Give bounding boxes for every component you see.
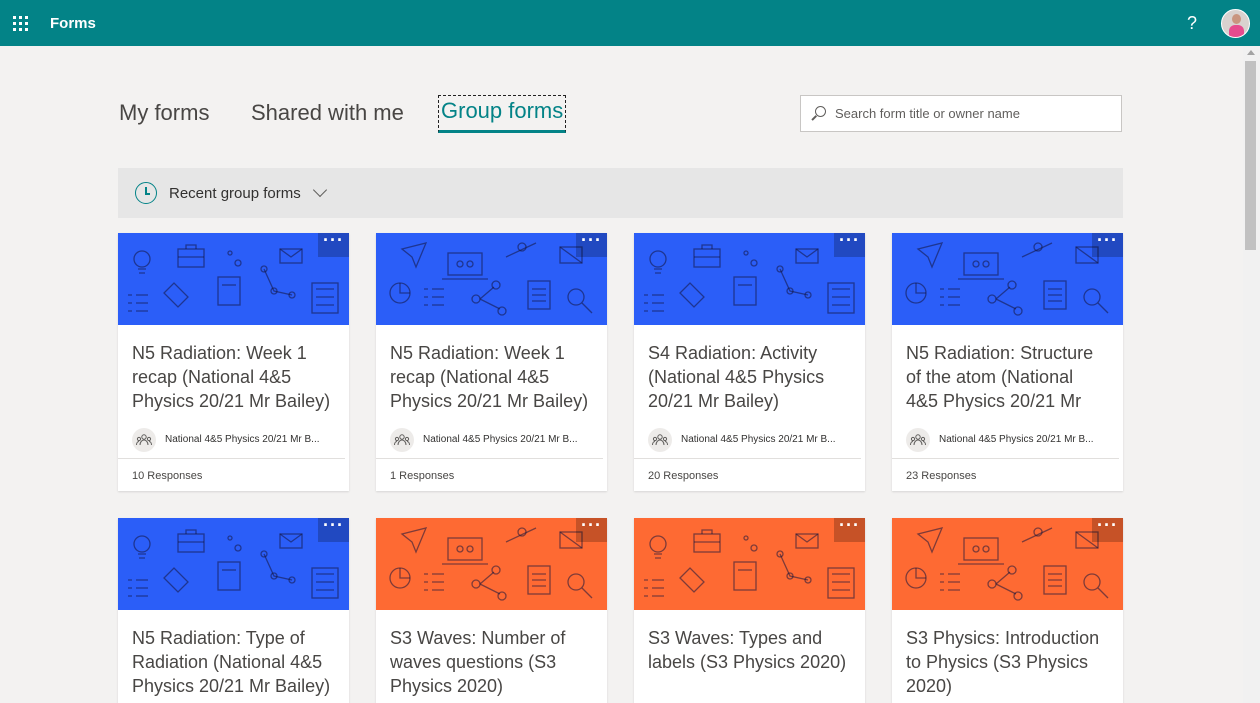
more-options-icon[interactable]: ··· [318, 518, 349, 542]
search-box[interactable] [800, 95, 1122, 132]
response-count: 1 Responses [390, 470, 455, 482]
banner-pattern-icon [644, 529, 855, 599]
filter-label: Recent group forms [169, 184, 301, 202]
help-icon[interactable]: ? [1183, 11, 1201, 35]
more-options-icon[interactable]: ··· [834, 233, 865, 257]
form-card[interactable]: ··· S3 Physics: Introduction to Physics … [892, 518, 1123, 703]
card-banner: ··· [118, 518, 349, 610]
scrollbar[interactable] [1243, 46, 1260, 703]
card-title[interactable]: S3 Physics: Introduction to Physics (S3 … [892, 610, 1123, 703]
group-name: National 4&5 Physics 20/21 Mr B... [681, 434, 836, 445]
group-name: National 4&5 Physics 20/21 Mr B... [423, 434, 578, 445]
group-icon [132, 427, 156, 452]
banner-pattern-icon [389, 242, 593, 316]
card-banner: ··· [118, 233, 349, 325]
recent-group-forms-dropdown[interactable]: Recent group forms [118, 168, 1123, 218]
tab-shared-with-me[interactable]: Shared with me [251, 98, 404, 132]
group-icon [390, 427, 414, 452]
response-count: 20 Responses [648, 470, 719, 482]
card-banner: ··· [376, 233, 607, 325]
card-banner: ··· [376, 518, 607, 610]
search-icon [801, 96, 835, 132]
form-card[interactable]: ··· S3 Waves: Number of waves questions … [376, 518, 607, 703]
avatar[interactable] [1221, 9, 1250, 38]
banner-pattern-icon [905, 527, 1109, 601]
app-launcher-icon[interactable] [0, 0, 40, 46]
group-name: National 4&5 Physics 20/21 Mr B... [165, 434, 320, 445]
banner-pattern-icon [644, 244, 855, 314]
more-options-icon[interactable]: ··· [318, 233, 349, 257]
app-title[interactable]: Forms [50, 15, 96, 32]
form-card[interactable]: ··· N5 Radiation: Type of Radiation (Nat… [118, 518, 349, 703]
card-banner: ··· [634, 233, 865, 325]
more-options-icon[interactable]: ··· [576, 518, 607, 542]
tab-group-forms[interactable]: Group forms [438, 95, 567, 133]
card-title[interactable]: N5 Radiation: Week 1 recap (National 4&5… [118, 325, 349, 421]
more-options-icon[interactable]: ··· [1092, 233, 1123, 257]
tab-my-forms[interactable]: My forms [119, 98, 209, 132]
banner-pattern-icon [128, 529, 339, 599]
card-banner: ··· [634, 518, 865, 610]
form-card[interactable]: ··· N5 Radiation: Structure of the atom … [892, 233, 1123, 491]
response-count: 23 Responses [906, 470, 977, 482]
card-title[interactable]: S4 Radiation: Activity (National 4&5 Phy… [634, 325, 865, 421]
card-title[interactable]: N5 Radiation: Structure of the atom (Nat… [892, 325, 1123, 421]
form-card[interactable]: ··· N5 Radiation: Week 1 recap (National… [118, 233, 349, 491]
group-icon [648, 427, 672, 452]
banner-pattern-icon [905, 242, 1109, 316]
search-input[interactable] [835, 106, 1115, 121]
form-card[interactable]: ··· S3 Waves: Types and labels (S3 Physi… [634, 518, 865, 703]
scroll-thumb[interactable] [1245, 61, 1256, 250]
group-name: National 4&5 Physics 20/21 Mr B... [939, 434, 1094, 445]
group-row: National 4&5 Physics 20/21 Mr B... [634, 421, 861, 459]
scroll-up-arrow-icon[interactable] [1247, 50, 1255, 55]
banner-pattern-icon [128, 244, 339, 314]
more-options-icon[interactable]: ··· [834, 518, 865, 542]
group-row: National 4&5 Physics 20/21 Mr B... [118, 421, 345, 459]
response-count: 10 Responses [132, 470, 203, 482]
card-title[interactable]: N5 Radiation: Week 1 recap (National 4&5… [376, 325, 607, 421]
card-title[interactable]: N5 Radiation: Type of Radiation (Nationa… [118, 610, 349, 703]
group-icon [906, 427, 930, 452]
top-bar: Forms ? [0, 0, 1260, 46]
card-banner: ··· [892, 233, 1123, 325]
card-banner: ··· [892, 518, 1123, 610]
card-title[interactable]: S3 Waves: Number of waves questions (S3 … [376, 610, 607, 703]
form-card[interactable]: ··· S4 Radiation: Activity (National 4&5… [634, 233, 865, 491]
banner-pattern-icon [389, 527, 593, 601]
more-options-icon[interactable]: ··· [576, 233, 607, 257]
more-options-icon[interactable]: ··· [1092, 518, 1123, 542]
group-row: National 4&5 Physics 20/21 Mr B... [892, 421, 1119, 459]
clock-icon [135, 182, 157, 204]
card-title[interactable]: S3 Waves: Types and labels (S3 Physics 2… [634, 610, 865, 703]
group-row: National 4&5 Physics 20/21 Mr B... [376, 421, 603, 459]
form-card[interactable]: ··· N5 Radiation: Week 1 recap (National… [376, 233, 607, 491]
chevron-down-icon [312, 182, 327, 198]
